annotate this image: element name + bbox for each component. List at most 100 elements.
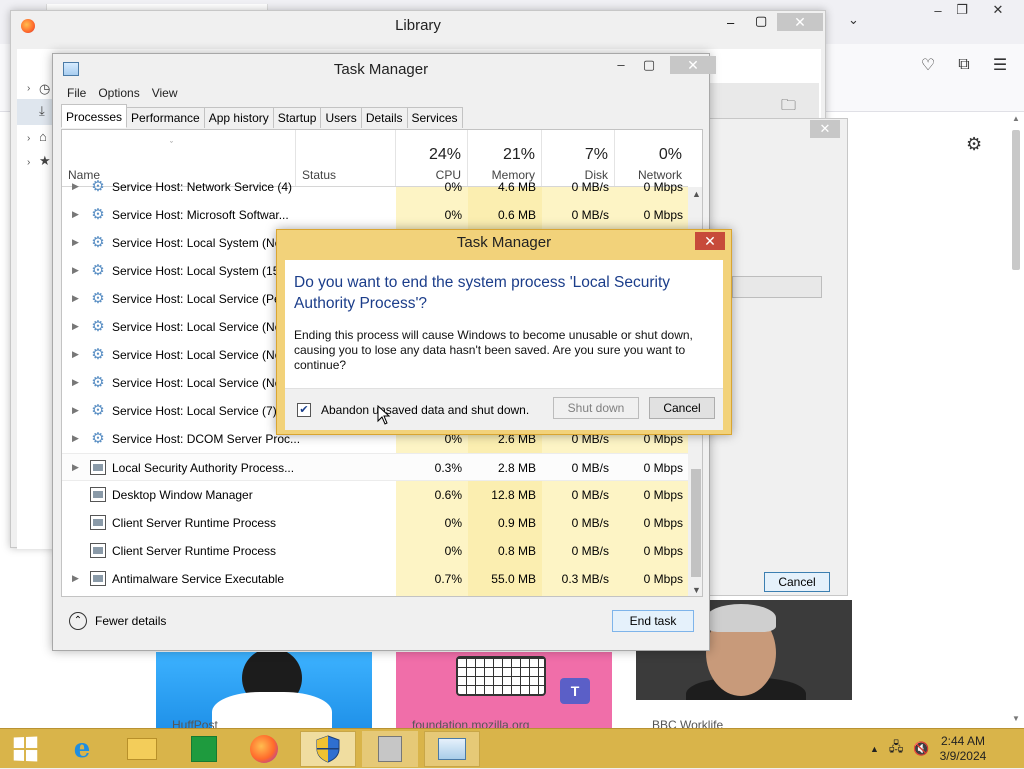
- tab-performance[interactable]: Performance: [126, 107, 205, 128]
- expand-chevron-icon[interactable]: ▶: [72, 265, 79, 276]
- app-icon: [90, 487, 106, 502]
- process-name: Service Host: Local Service (7): [112, 404, 277, 418]
- expand-chevron-icon[interactable]: ▶: [72, 209, 79, 220]
- firefox-close-button[interactable]: ✕: [978, 0, 1018, 20]
- task-manager-icon: [438, 738, 466, 760]
- table-row[interactable]: ▶ ⚙ Service Host: Network Service (4) 0% 4.6…: [62, 173, 688, 201]
- table-row[interactable]: ▶ Local Security Authority Process... 0.3%…: [62, 453, 688, 481]
- scrollbar-thumb[interactable]: [691, 469, 701, 577]
- background-dialog-field[interactable]: [732, 276, 822, 298]
- clock[interactable]: 2:44 AM 3/9/2024: [940, 734, 987, 764]
- process-name: Desktop Window Manager: [112, 488, 253, 502]
- tab-details[interactable]: Details: [360, 107, 408, 128]
- menu-file[interactable]: File: [67, 86, 86, 100]
- abandon-data-label[interactable]: Abandon unsaved data and shut down.: [321, 403, 529, 417]
- scroll-down-icon[interactable]: ▼: [692, 585, 701, 595]
- table-row[interactable]: Client Server Runtime Process 0% 0.8 MB 0 M…: [62, 537, 688, 565]
- clock-date: 3/9/2024: [939, 749, 987, 763]
- teams-icon: T: [560, 678, 590, 704]
- taskbar-internet-explorer[interactable]: e: [54, 731, 110, 767]
- menu-icon[interactable]: ☰: [988, 55, 1012, 75]
- tab-processes[interactable]: Processes: [61, 104, 128, 128]
- library-close-button[interactable]: ✕: [777, 13, 823, 31]
- pocket-icon[interactable]: ♡: [916, 55, 940, 75]
- scroll-up-icon[interactable]: ▲: [692, 189, 701, 199]
- start-button[interactable]: [0, 729, 50, 769]
- table-row[interactable]: ▶ ⚙ Service Host: Microsoft Softwar... 0% 0.…: [62, 201, 688, 229]
- process-name: Local Security Authority Process...: [112, 461, 295, 475]
- disk-value: 0 MB/s: [571, 461, 609, 475]
- background-dialog-close-button[interactable]: ✕: [810, 120, 840, 138]
- folder-icon[interactable]: 🗀: [781, 95, 796, 120]
- network-value: 0 Mbps: [643, 572, 683, 586]
- settings-gear-icon[interactable]: ⚙: [966, 134, 982, 155]
- dialog-cancel-button[interactable]: Cancel: [649, 397, 715, 419]
- expand-chevron-icon[interactable]: ▶: [72, 321, 79, 332]
- control-panel-icon: [378, 736, 402, 762]
- process-name: Service Host: Local Service (Net: [112, 376, 285, 390]
- firefox-restore-button[interactable]: ❐: [942, 0, 982, 20]
- library-minimize-button[interactable]: –: [727, 15, 734, 30]
- dialog-close-button[interactable]: ✕: [695, 232, 725, 250]
- library-maximize-button[interactable]: ▢: [755, 13, 767, 29]
- tm-minimize-button[interactable]: –: [607, 56, 635, 74]
- taskbar-file-explorer[interactable]: [114, 731, 170, 767]
- firefox-tab-list-icon[interactable]: ⌄: [848, 12, 859, 28]
- tab-strip: Processes Performance App history Startu…: [61, 104, 463, 128]
- fewer-details-toggle[interactable]: ⌃ Fewer details: [69, 612, 166, 630]
- process-name: Client Server Runtime Process: [112, 544, 277, 558]
- mouse-cursor-icon: [377, 405, 391, 425]
- background-cancel-button[interactable]: Cancel: [764, 572, 830, 592]
- expand-chevron-icon[interactable]: ▶: [72, 405, 79, 416]
- shut-down-button[interactable]: Shut down: [553, 397, 639, 419]
- expand-chevron-icon[interactable]: ▶: [72, 237, 79, 248]
- fewer-details-label: Fewer details: [95, 614, 167, 628]
- abandon-data-checkbox[interactable]: ✔: [297, 403, 311, 417]
- expand-chevron-icon[interactable]: ▶: [72, 181, 79, 192]
- end-task-button[interactable]: End task: [612, 610, 694, 632]
- expand-chevron-icon[interactable]: ▶: [72, 573, 79, 584]
- windows-logo-icon: [13, 736, 38, 762]
- table-row[interactable]: Desktop Window Manager 0.6% 12.8 MB 0 MB/s 0…: [62, 481, 688, 509]
- table-row[interactable]: ▶ Antimalware Service Executable 0.7% 55.0 …: [62, 565, 688, 593]
- tm-close-button[interactable]: ✕: [670, 56, 716, 74]
- taskbar-store[interactable]: [176, 731, 232, 767]
- expand-chevron-icon[interactable]: ▶: [72, 462, 79, 473]
- taskbar-control-panel[interactable]: [362, 731, 418, 767]
- scroll-up-icon[interactable]: ▲: [1012, 114, 1020, 123]
- taskbar-firefox[interactable]: [236, 731, 292, 767]
- process-name: Service Host: Microsoft Softwar...: [112, 208, 289, 222]
- tree-expand-icon[interactable]: ›: [27, 83, 30, 94]
- tab-services[interactable]: Services: [406, 107, 463, 128]
- expand-chevron-icon[interactable]: ▶: [72, 293, 79, 304]
- app-icon: [90, 571, 106, 586]
- firefox-scrollbar[interactable]: ▲ ▼: [1008, 112, 1024, 728]
- scrollbar-thumb[interactable]: [1012, 130, 1020, 270]
- extensions-icon[interactable]: ⧉: [952, 55, 976, 75]
- security-shield-icon: [316, 735, 340, 763]
- show-hidden-icons-icon[interactable]: ▲: [870, 744, 879, 754]
- gear-icon: ⚙: [91, 402, 105, 419]
- tab-startup[interactable]: Startup: [272, 107, 322, 128]
- expand-chevron-icon[interactable]: ▶: [72, 349, 79, 360]
- tree-expand-icon[interactable]: ›: [27, 157, 30, 168]
- menu-view[interactable]: View: [152, 86, 178, 100]
- end-process-dialog: Task Manager ✕ Do you want to end the sy…: [276, 229, 732, 435]
- taskbar-task-manager[interactable]: [424, 731, 480, 767]
- volume-muted-icon[interactable]: 🔇: [913, 741, 929, 757]
- tab-users[interactable]: Users: [320, 107, 362, 128]
- process-name: Service Host: Local System (Net: [112, 236, 285, 250]
- expand-chevron-icon[interactable]: ▶: [72, 433, 79, 444]
- tree-expand-icon[interactable]: ›: [27, 133, 30, 144]
- process-name: Service Host: Local Service (No: [112, 320, 282, 334]
- expand-chevron-icon[interactable]: ▶: [72, 377, 79, 388]
- network-icon[interactable]: 🖧: [889, 738, 904, 760]
- menu-options[interactable]: Options: [98, 86, 139, 100]
- table-row[interactable]: Client Server Runtime Process 0% 0.9 MB 0 M…: [62, 509, 688, 537]
- taskbar-security[interactable]: [300, 731, 356, 767]
- dialog-footer: ✔ Abandon unsaved data and shut down. Sh…: [285, 388, 723, 430]
- process-name: Service Host: Local Service (No: [112, 348, 282, 362]
- tab-app-history[interactable]: App history: [203, 107, 274, 128]
- tm-maximize-button[interactable]: ▢: [635, 56, 663, 74]
- scroll-down-icon[interactable]: ▼: [1012, 714, 1020, 723]
